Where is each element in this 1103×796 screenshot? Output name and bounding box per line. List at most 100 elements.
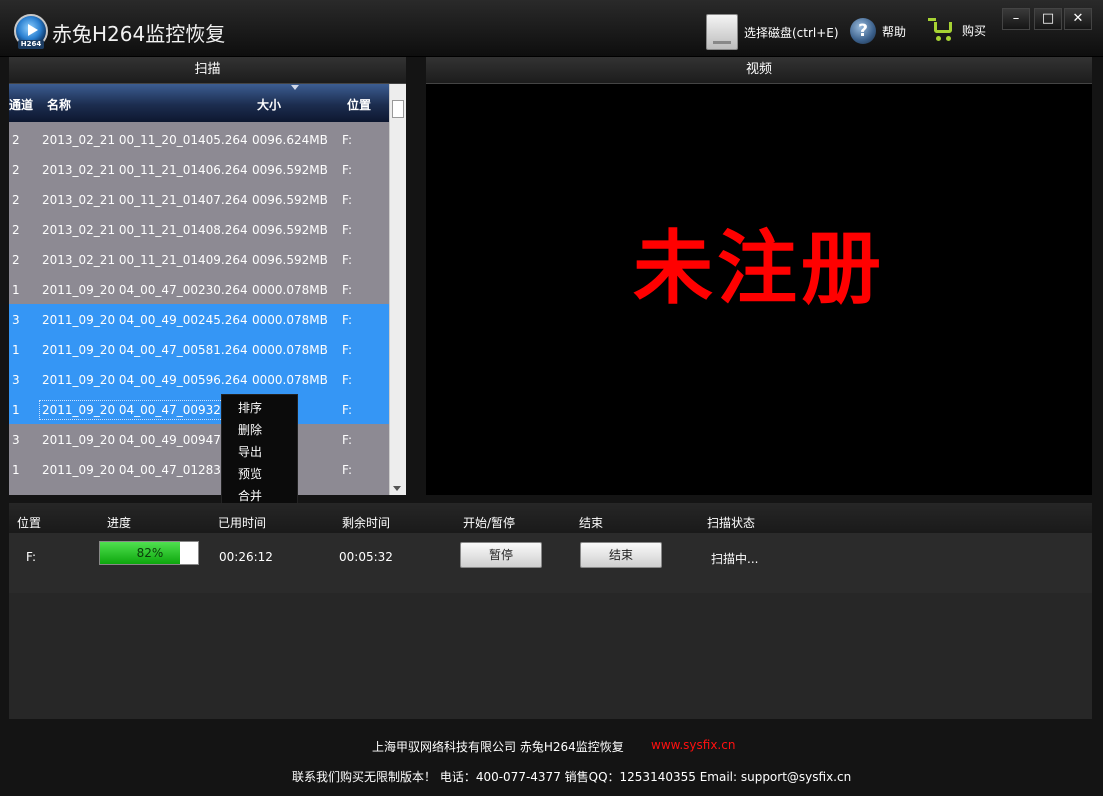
cell-location: F: <box>342 433 353 447</box>
select-disk-button[interactable]: 选择磁盘(ctrl+E) <box>706 14 839 50</box>
table-row[interactable]: 3 2011_09_20 04_00_49_00596.264 0000.078MB… <box>9 364 389 394</box>
cell-size: 0000.078MB <box>252 343 328 357</box>
cell-location: F: <box>342 223 353 237</box>
video-preview: 未注册 <box>426 84 1092 495</box>
cell-size: 0096.592MB <box>252 193 328 207</box>
cell-name: 2011_09_20 04_00_47_00581.264 <box>42 343 248 357</box>
cell-name: 2011_09_20 04_00_49_00947.2 <box>42 433 233 447</box>
cell-channel: 3 <box>12 433 20 447</box>
cell-location: F: <box>342 403 353 417</box>
cell-location: F: <box>342 313 353 327</box>
cell-channel: 2 <box>12 193 20 207</box>
table-row[interactable]: 2 2013_02_21 00_11_21_01409.264 0096.592MB… <box>9 244 389 274</box>
help-label: 帮助 <box>882 24 907 39</box>
cell-channel: 2 <box>12 133 20 147</box>
column-header-location[interactable]: 位置 <box>347 96 371 113</box>
pause-button[interactable]: 暂停 <box>460 542 542 568</box>
footer-website-link[interactable]: www.sysfix.cn <box>651 738 735 752</box>
scrollbar-thumb[interactable] <box>392 100 404 118</box>
stop-button[interactable]: 结束 <box>580 542 662 568</box>
cell-name: 2011_09_20 04_00_49_00245.264 <box>42 313 248 327</box>
status-location: F: <box>26 550 37 564</box>
table-row[interactable]: 3 2011_09_20 04_00_49_00245.264 0000.078MB… <box>9 304 389 334</box>
table-header: 通道 名称 大小 位置 <box>9 84 389 122</box>
menu-item-export[interactable]: 导出 <box>238 443 262 460</box>
table-row[interactable]: 12011_09_20 04_00_47_00932.28MBF: <box>9 394 389 424</box>
table-row[interactable]: 2 2013_02_21 00_11_20_01405.264 0096.624MB… <box>9 124 389 154</box>
sort-arrow-icon <box>291 85 299 90</box>
scan-status-panel: 位置 进度 已用时间 剩余时间 开始/暂停 结束 扫描状态 F: 82% 00:… <box>9 503 1092 719</box>
cell-name: 2013_02_21 00_11_21_01409.264 <box>42 253 248 267</box>
buy-label: 购买 <box>962 23 987 38</box>
unregistered-watermark: 未注册 <box>633 222 885 315</box>
cell-size: 0096.592MB <box>252 223 328 237</box>
table-row[interactable]: 1 2011_09_20 04_00_47_00230.264 0000.078MB… <box>9 274 389 304</box>
cell-location: F: <box>342 163 353 177</box>
cell-location: F: <box>342 193 353 207</box>
cell-channel: 2 <box>12 223 20 237</box>
scan-panel-title: 扫描 <box>9 57 406 84</box>
cell-channel: 1 <box>12 463 20 477</box>
cell-size: 0096.592MB <box>252 253 328 267</box>
cell-name: 2013_02_21 00_11_20_01405.264 <box>42 133 248 147</box>
buy-button[interactable]: 购买 <box>928 18 986 42</box>
footer-company: 上海甲驭网络科技有限公司 赤兔H264监控恢复 <box>372 740 624 754</box>
close-button[interactable]: ✕ <box>1064 8 1092 30</box>
status-row: F: 82% 00:26:12 00:05:32 暂停 结束 扫描中... <box>9 533 1092 593</box>
cell-channel: 3 <box>12 373 20 387</box>
cell-channel: 2 <box>12 253 20 267</box>
cell-name: 2011_09_20 04_00_47_01283.2 <box>42 463 233 477</box>
video-panel-title: 视频 <box>426 57 1092 84</box>
help-button[interactable]: ? 帮助 <box>850 18 906 44</box>
progress-label: 82% <box>136 546 164 560</box>
cell-channel: 1 <box>12 403 20 417</box>
cell-name: 2013_02_21 00_11_21_01408.264 <box>42 223 248 237</box>
column-header-name[interactable]: 名称 <box>47 96 71 113</box>
cell-name: 2013_02_21 00_11_21_01407.264 <box>42 193 248 207</box>
footer: 上海甲驭网络科技有限公司 赤兔H264监控恢复 www.sysfix.cn 联系… <box>0 720 1103 796</box>
minimize-button[interactable]: – <box>1002 8 1030 30</box>
cell-location: F: <box>342 253 353 267</box>
table-row[interactable]: 2 2013_02_21 00_11_21_01407.264 0096.592MB… <box>9 184 389 214</box>
cell-name: 2011_09_20 04_00_47_00230.264 <box>42 283 248 297</box>
app-title: 赤兔H264监控恢复 <box>52 22 226 46</box>
status-col-stop: 结束 <box>579 516 604 530</box>
status-col-state: 扫描状态 <box>707 516 756 530</box>
cell-channel: 3 <box>12 313 20 327</box>
file-table: 通道 名称 大小 位置 2 2013_02_21 00_11_20_01405.2… <box>9 84 406 495</box>
scroll-down-arrow-icon[interactable] <box>393 486 401 491</box>
play-icon <box>28 24 38 36</box>
column-header-size[interactable]: 大小 <box>257 96 281 113</box>
table-row[interactable]: 2 2013_02_21 00_11_21_01406.264 0096.592MB… <box>9 154 389 184</box>
cell-name: 2011_09_20 04_00_49_00596.264 <box>42 373 248 387</box>
table-body: 2 2013_02_21 00_11_20_01405.264 0096.624MB… <box>9 124 389 484</box>
logo-tag: H264 <box>18 40 44 49</box>
status-col-progress: 进度 <box>107 516 132 530</box>
status-col-elapsed: 已用时间 <box>218 516 267 530</box>
cell-size: 0000.078MB <box>252 313 328 327</box>
remaining-time: 00:05:32 <box>339 550 393 564</box>
table-row[interactable]: 2 2013_02_21 00_11_21_01408.264 0096.592MB… <box>9 214 389 244</box>
table-row[interactable]: 32011_09_20 04_00_49_00947.28MBF: <box>9 424 389 454</box>
elapsed-time: 00:26:12 <box>219 550 273 564</box>
menu-item-merge[interactable]: 合并 <box>238 487 262 504</box>
maximize-button[interactable]: □ <box>1034 8 1062 30</box>
cell-size: 0000.078MB <box>252 283 328 297</box>
cell-name: 2013_02_21 00_11_21_01406.264 <box>42 163 248 177</box>
menu-item-sort[interactable]: 排序 <box>238 399 262 416</box>
footer-contact: 联系我们购买无限制版本！ 电话：400-077-4377 销售QQ：125314… <box>292 770 852 784</box>
column-header-channel[interactable]: 通道 <box>9 96 33 113</box>
table-scrollbar[interactable] <box>389 84 406 495</box>
menu-item-delete[interactable]: 删除 <box>238 421 262 438</box>
cart-icon <box>928 18 956 42</box>
cell-size: 0000.078MB <box>252 373 328 387</box>
scan-state: 扫描中... <box>711 552 759 566</box>
menu-item-preview[interactable]: 预览 <box>238 465 262 482</box>
table-row[interactable]: 12011_09_20 04_00_47_01283.28MBF: <box>9 454 389 484</box>
table-row[interactable]: 1 2011_09_20 04_00_47_00581.264 0000.078MB… <box>9 334 389 364</box>
cell-location: F: <box>342 283 353 297</box>
cell-channel: 1 <box>12 343 20 357</box>
app-logo-icon: H264 <box>14 14 48 49</box>
disk-icon <box>706 14 738 50</box>
cell-name: 2011_09_20 04_00_47_00932.2 <box>38 400 236 420</box>
